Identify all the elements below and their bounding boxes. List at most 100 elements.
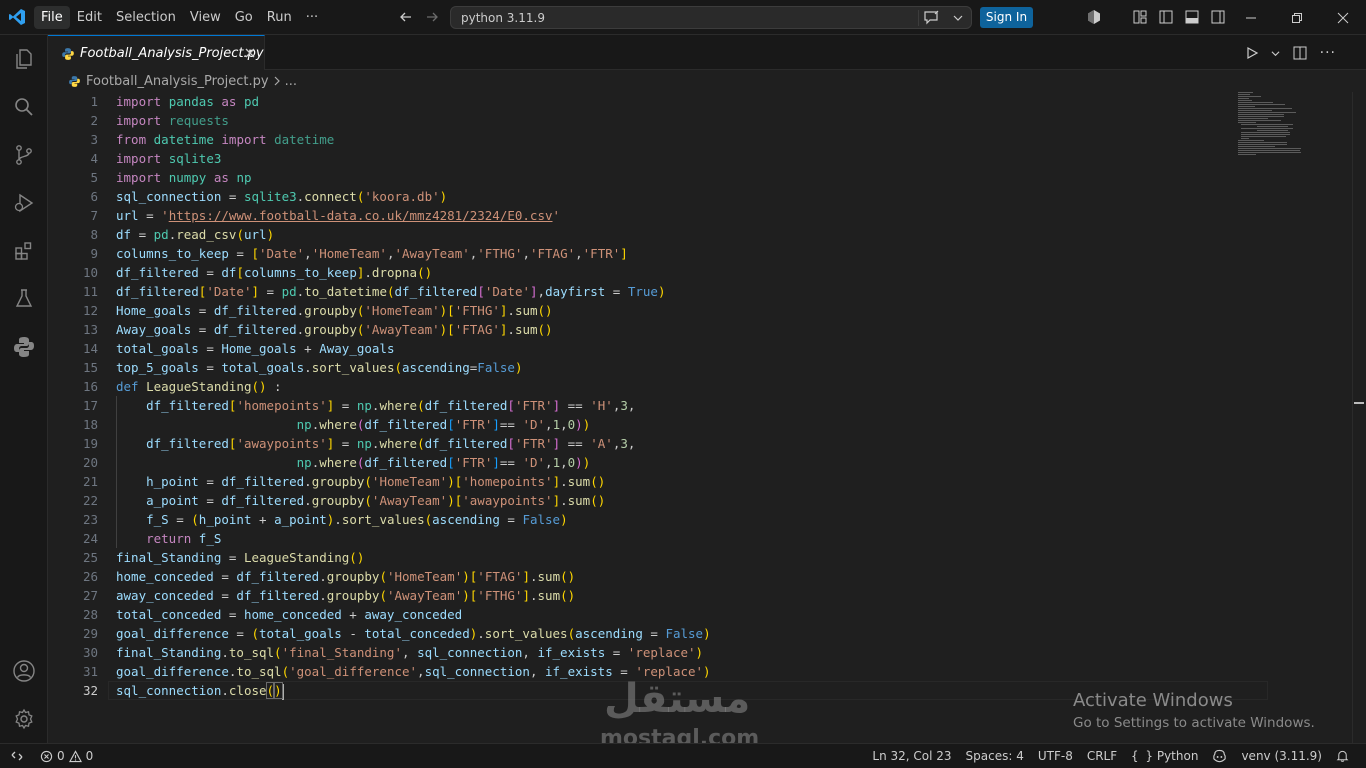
minimap-line [1241, 136, 1286, 137]
problems-indicator[interactable]: 0 0 [34, 749, 99, 763]
line-number: 21 [82, 474, 98, 489]
vertical-scrollbar[interactable] [1352, 92, 1366, 743]
chevron-down-icon[interactable] [953, 13, 963, 23]
menu-file[interactable]: File [34, 6, 70, 29]
status-bar-right: Ln 32, Col 23 Spaces: 4 UTF-8 CRLF { } P… [865, 744, 1356, 768]
tab-bar: Football_Analysis_Project.py ··· [48, 35, 1366, 70]
code-content[interactable]: import pandas as pd import requests from… [116, 92, 711, 700]
copilot-status[interactable] [1205, 749, 1234, 763]
toggle-primary-sidebar-icon[interactable] [1158, 9, 1174, 25]
nav-arrows [398, 9, 440, 25]
title-bar: File Edit Selection View Go Run ··· pyth… [0, 0, 1366, 35]
menu-view[interactable]: View [183, 6, 228, 29]
line-number: 24 [82, 531, 98, 546]
menu-go[interactable]: Go [228, 6, 260, 29]
remote-button[interactable] [0, 744, 34, 768]
chat-icon[interactable] [923, 10, 941, 26]
restore-icon [1292, 12, 1302, 23]
extensions-button[interactable] [0, 227, 48, 275]
code-line: np.where(df_filtered['FTR']== 'D',1,0)) [296, 417, 591, 432]
minimap-line [1238, 104, 1286, 105]
line-number: 30 [82, 645, 98, 660]
code-line: def LeagueStanding() : [116, 379, 282, 394]
menu-selection[interactable]: Selection [109, 6, 183, 29]
command-center-label: python 3.11.9 [461, 11, 545, 25]
menu-edit[interactable]: Edit [70, 6, 109, 29]
tab-football-analysis[interactable]: Football_Analysis_Project.py [48, 35, 265, 70]
minimap-line [1241, 132, 1290, 133]
line-number: 3 [90, 132, 98, 147]
code-line: url = 'https://www.football-data.co.uk/m… [116, 208, 561, 223]
minimap[interactable] [1238, 92, 1358, 158]
accounts-button[interactable] [0, 647, 48, 695]
code-line: df_filtered = df[columns_to_keep].dropna… [116, 265, 433, 280]
minimap-line [1241, 128, 1294, 129]
minimap-line [1241, 134, 1290, 135]
line-number: 28 [82, 607, 98, 622]
line-number: 19 [82, 436, 98, 451]
line-number: 22 [82, 493, 98, 508]
menu-run[interactable]: Run [260, 6, 299, 29]
more-actions-icon[interactable]: ··· [1320, 45, 1336, 61]
manage-button[interactable] [0, 695, 48, 743]
arrow-left-icon[interactable] [398, 9, 414, 25]
warning-count: 0 [85, 749, 94, 763]
braces-icon: { } [1131, 749, 1153, 763]
code-editor[interactable]: 1 2 3 4 5 6 7 8 9 10 11 12 13 14 15 16 17 18 19 20 21 22 23 24 2… [48, 92, 1366, 743]
minimap-line [1238, 96, 1262, 97]
python-file-icon [62, 48, 74, 60]
chevron-down-icon[interactable] [1271, 49, 1280, 58]
line-ending[interactable]: CRLF [1080, 749, 1124, 763]
source-control-button[interactable] [0, 131, 48, 179]
breadcrumb-file[interactable]: Football_Analysis_Project.py [86, 74, 269, 89]
minimap-line [1238, 110, 1272, 111]
toggle-secondary-sidebar-icon[interactable] [1210, 9, 1226, 25]
minimap-line [1238, 112, 1297, 113]
minimize-button[interactable] [1228, 0, 1274, 35]
code-line: import sqlite3 [116, 151, 222, 166]
explorer-button[interactable] [0, 35, 48, 83]
cursor-position[interactable]: Ln 32, Col 23 [865, 749, 958, 763]
python-interpreter[interactable]: venv (3.11.9) [1234, 749, 1329, 763]
python-button[interactable] [0, 323, 48, 371]
notifications-button[interactable] [1329, 749, 1356, 763]
code-line: away_conceded = df_filtered.groupby('Awa… [116, 588, 576, 603]
arrow-right-icon[interactable] [424, 9, 440, 25]
divider [918, 10, 919, 26]
copilot-icon[interactable] [1086, 9, 1102, 25]
indentation[interactable]: Spaces: 4 [959, 749, 1031, 763]
customize-layout-icon[interactable] [1132, 9, 1148, 25]
minimap-line [1238, 152, 1302, 153]
minimap-line [1241, 138, 1250, 139]
testing-button[interactable] [0, 275, 48, 323]
breadcrumb-more[interactable]: ... [285, 74, 297, 89]
command-center[interactable]: python 3.11.9 [450, 6, 972, 29]
split-editor-icon[interactable] [1292, 45, 1308, 61]
close-icon[interactable] [244, 47, 256, 59]
code-line: sql_connection = sqlite3.connect('koora.… [116, 189, 448, 204]
code-line: from datetime import datetime [116, 132, 335, 147]
language-mode[interactable]: { } Python [1124, 749, 1205, 763]
line-number: 18 [82, 417, 98, 432]
search-button[interactable] [0, 83, 48, 131]
activate-windows-notice: Activate Windows Go to Settings to activ… [1073, 690, 1315, 731]
code-line: Home_goals = df_filtered.groupby('HomeTe… [116, 303, 553, 318]
run-icon[interactable] [1245, 46, 1259, 60]
code-line: home_conceded = df_filtered.groupby('Hom… [116, 569, 576, 584]
code-line: a_point = df_filtered.groupby('AwayTeam'… [146, 493, 606, 508]
run-debug-button[interactable] [0, 179, 48, 227]
restore-button[interactable] [1274, 0, 1320, 35]
menu-more[interactable]: ··· [299, 6, 325, 29]
search-icon [15, 98, 33, 116]
gear-icon [15, 708, 33, 730]
encoding[interactable]: UTF-8 [1031, 749, 1080, 763]
code-line: goal_difference = (total_goals - total_c… [116, 626, 711, 641]
code-line: columns_to_keep = ['Date','HomeTeam','Aw… [116, 246, 628, 261]
scroll-marker [1354, 402, 1364, 404]
line-number: 20 [82, 455, 98, 470]
toggle-panel-icon[interactable] [1184, 9, 1200, 25]
minimap-line [1238, 94, 1250, 95]
line-number: 26 [82, 569, 98, 584]
sign-in-button[interactable]: Sign In [980, 7, 1033, 28]
close-window-button[interactable] [1320, 0, 1366, 35]
